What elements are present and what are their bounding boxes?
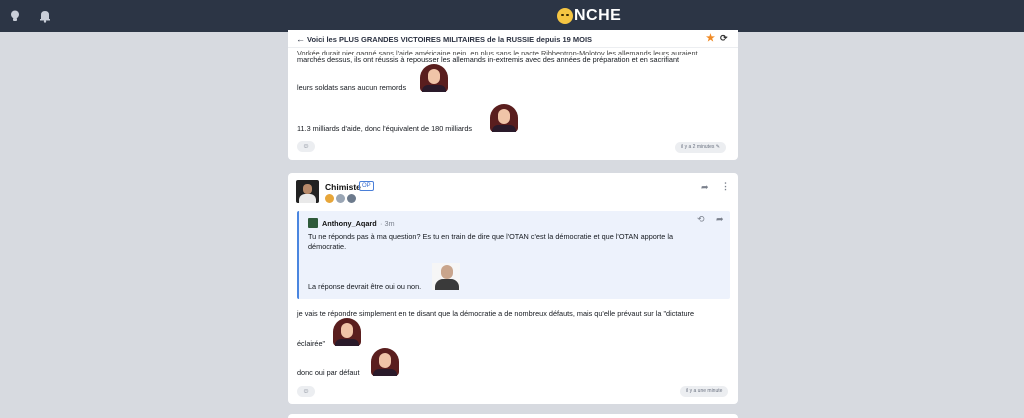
- post-text: leurs soldats sans aucun remords: [297, 83, 407, 92]
- share-icon[interactable]: ➦: [716, 214, 724, 225]
- quote-avatar[interactable]: [308, 218, 318, 228]
- more-options-icon[interactable]: ⋮: [721, 181, 730, 192]
- logo-text: NCHE: [574, 7, 622, 24]
- bell-icon[interactable]: [38, 9, 52, 23]
- avatar[interactable]: [296, 180, 319, 203]
- post-text: marchés dessus, ils ont réussis à repous…: [297, 55, 680, 64]
- quote-text: Tu ne réponds pas à ma question? Es tu e…: [308, 232, 674, 241]
- share-icon[interactable]: ➦: [701, 182, 709, 193]
- quote-text: démocratie.: [308, 242, 347, 251]
- sticker-image: [432, 263, 460, 290]
- badge-icon: [347, 194, 356, 203]
- reaction-button[interactable]: ☺: [297, 386, 315, 397]
- quote-text: La réponse devrait être oui ou non.: [308, 282, 422, 291]
- logo-face-icon: [557, 8, 573, 24]
- timestamp-text: il y a une minute: [686, 388, 723, 394]
- refresh-icon[interactable]: ⟳: [720, 33, 728, 44]
- quote-time: · 3m: [380, 219, 395, 228]
- post-text: 11.3 milliards d'aide, donc l'équivalent…: [297, 124, 473, 133]
- sticker-image: [371, 348, 399, 376]
- post-card: [288, 414, 738, 418]
- timestamp-text: il y a 2 minutes: [681, 144, 715, 150]
- post-timestamp: il y a une minute: [680, 386, 729, 397]
- post-text: donc oui par défaut: [297, 368, 360, 377]
- author-name[interactable]: Chimiste: [325, 182, 361, 192]
- post-text: éclairée": [297, 339, 326, 348]
- badge-icon: [336, 194, 345, 203]
- star-icon[interactable]: ★: [706, 33, 715, 44]
- history-icon[interactable]: ⟲: [697, 214, 705, 225]
- op-badge: OP: [359, 181, 374, 191]
- site-logo[interactable]: NCHE: [557, 6, 621, 26]
- quote-author[interactable]: Anthony_Aqard: [322, 219, 377, 228]
- bulb-icon[interactable]: [8, 9, 22, 23]
- sticker-image: [420, 64, 448, 92]
- back-arrow-icon[interactable]: ←: [296, 34, 305, 44]
- sticker-image: [333, 318, 361, 346]
- reaction-button[interactable]: ☺: [297, 141, 315, 152]
- top-bar: NCHE: [0, 0, 1024, 32]
- sticker-image: [490, 104, 518, 132]
- topic-header: ← Voici les PLUS GRANDES VICTOIRES MILIT…: [288, 30, 738, 48]
- post-timestamp: il y a 2 minutes ✎: [675, 142, 726, 153]
- badge-icon: [325, 194, 334, 203]
- topic-title[interactable]: Voici les PLUS GRANDES VICTOIRES MILITAI…: [307, 35, 592, 44]
